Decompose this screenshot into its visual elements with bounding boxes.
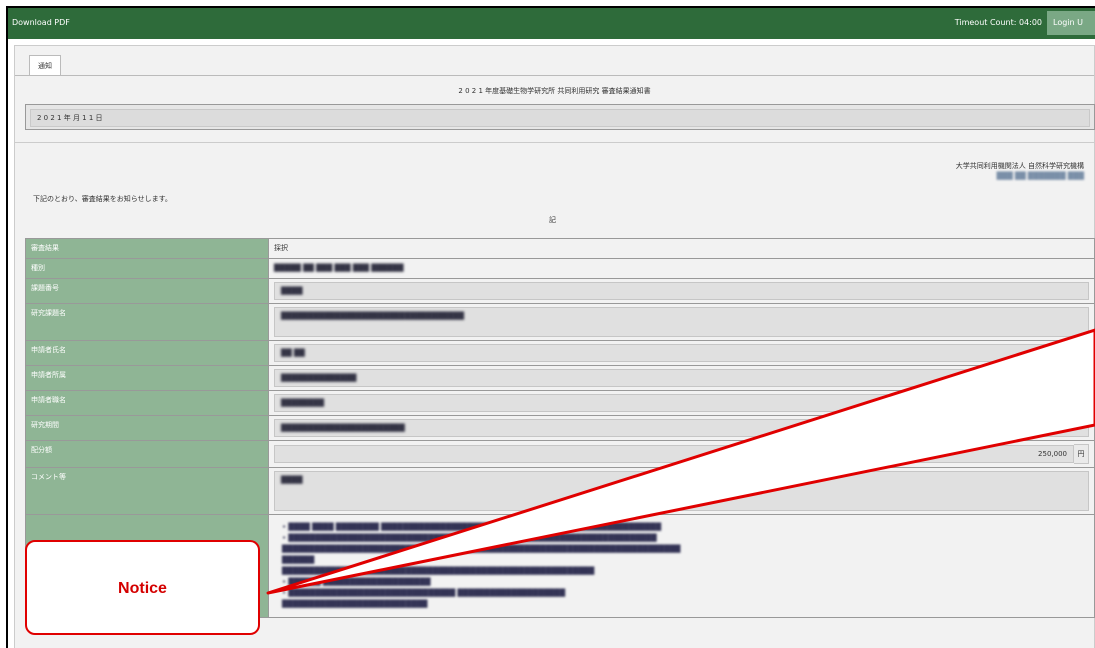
intro-text: 下記のとおり、審査結果をお知らせします。 <box>33 195 172 203</box>
note-line: ████████████████████████████████████████… <box>282 545 681 553</box>
allocation-amount-field: 250,000 <box>274 445 1074 463</box>
tab-notice[interactable]: 通知 <box>29 55 61 76</box>
notice-callout: Notice <box>25 540 260 635</box>
note-line: ██████ <box>282 556 315 564</box>
allocation-amount: 250,000 円 <box>274 444 1089 464</box>
date-panel: 2 0 2 1 年 月 1 1 日 <box>25 104 1095 130</box>
table-row: 配分額 250,000 円 <box>25 440 1095 468</box>
row-label: コメント等 <box>25 467 269 515</box>
result-value: 採択 <box>274 244 288 252</box>
table-row: コメント等 ████ <box>25 467 1095 515</box>
issuer-block: 大学共同利用機関法人 自然科学研究機構 ███ ██ ███████ ███ <box>956 161 1084 181</box>
download-pdf-link[interactable]: Download PDF <box>12 18 70 27</box>
table-row: 種別 █████ ██ ███ ███ ███ ██████ <box>25 258 1095 279</box>
row-label: 課題番号 <box>25 278 269 304</box>
date-field: 2 0 2 1 年 月 1 1 日 <box>30 109 1090 127</box>
table-row: 研究課題名 ██████████████████████████████████ <box>25 303 1095 341</box>
row-label: 申請者氏名 <box>25 340 269 366</box>
table-row: 申請者所属 ██████████████ <box>25 365 1095 391</box>
note-line: • ███████████████████████████████ ██████… <box>282 589 566 597</box>
table-row: 申請者氏名 ██ ██ <box>25 340 1095 366</box>
issuer-organization: 大学共同利用機関法人 自然科学研究機構 <box>955 162 1084 170</box>
table-row: 研究期間 ███████████████████████ <box>25 415 1095 441</box>
row-label: 申請者所属 <box>25 365 269 391</box>
row-label: 研究課題名 <box>25 303 269 341</box>
applicant-affiliation-field: ██████████████ <box>274 369 1089 387</box>
type-value: █████ ██ ███ ███ ███ ██████ <box>274 264 404 272</box>
issuer-name: ███ ██ ███████ ███ <box>996 172 1084 180</box>
section-divider <box>15 142 1094 143</box>
note-line: • ████ ████ ████████ ███████████████████… <box>282 523 662 531</box>
note-line: • ██████ ████████████████████ <box>282 578 431 586</box>
currency-unit: 円 <box>1074 444 1089 464</box>
applicant-position-field: ████████ <box>274 394 1089 412</box>
login-button[interactable]: Login U <box>1047 11 1095 35</box>
row-label: 研究期間 <box>25 415 269 441</box>
row-label: 配分額 <box>25 440 269 468</box>
row-label: 審査結果 <box>25 238 269 259</box>
timeout-counter: Timeout Count: 04:00 <box>954 18 1042 27</box>
table-row: 課題番号 ████ <box>25 278 1095 304</box>
project-title-field: ██████████████████████████████████ <box>274 307 1089 337</box>
top-bar: Download PDF Timeout Count: 04:00 Login … <box>8 8 1095 39</box>
research-period-field: ███████████████████████ <box>274 419 1089 437</box>
table-row: 申請者職名 ████████ <box>25 390 1095 416</box>
applicant-name-field: ██ ██ <box>274 344 1089 362</box>
note-line: ████████████████████████████████████████… <box>282 567 595 575</box>
row-label: 種別 <box>25 258 269 279</box>
document-title: 2 0 2 1 年度基礎生物学研究所 共同利用研究 審査結果通知書 <box>458 87 651 95</box>
row-label: 申請者職名 <box>25 390 269 416</box>
table-row: 審査結果 採択 <box>25 238 1095 259</box>
tab-divider <box>15 75 1094 76</box>
project-number-field: ████ <box>274 282 1089 300</box>
note-line: ███████████████████████████ <box>282 600 428 608</box>
notes-list: • ████ ████ ████████ ███████████████████… <box>274 518 1089 614</box>
callout-label: Notice <box>118 580 167 597</box>
ki-mark: 記 <box>549 216 556 224</box>
comment-field: ████ <box>274 471 1089 511</box>
note-line: • ████████████████████████████████████ █… <box>282 534 657 542</box>
